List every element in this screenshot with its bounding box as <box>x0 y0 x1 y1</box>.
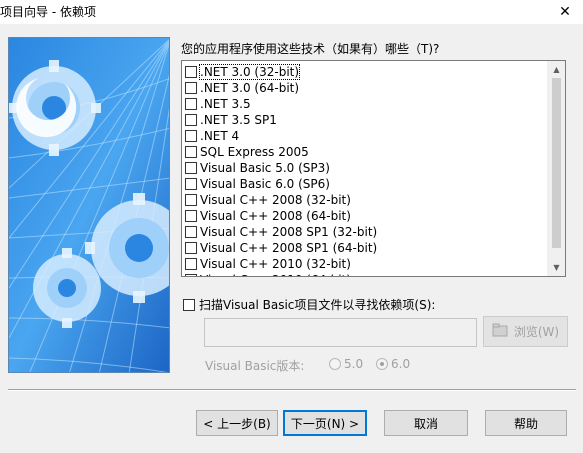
dependency-label: .NET 3.5 <box>200 97 251 111</box>
folder-icon <box>492 323 508 340</box>
scan-vb-checkbox[interactable] <box>183 298 195 311</box>
dependency-label: Visual C++ 2010 (64-bit) <box>200 273 351 276</box>
dependency-checkbox[interactable] <box>185 146 197 158</box>
scroll-down-button[interactable]: ▼ <box>548 259 565 276</box>
dependency-checkbox[interactable] <box>185 210 197 222</box>
dependency-label: Visual C++ 2008 SP1 (32-bit) <box>200 225 378 239</box>
dependency-item[interactable]: SQL Express 2005 <box>182 144 549 160</box>
dependency-checkbox[interactable] <box>185 162 197 174</box>
vb-project-path-input[interactable] <box>204 318 477 347</box>
dependency-item[interactable]: .NET 3.0 (64-bit) <box>182 80 549 96</box>
vb-version-5-option[interactable]: 5.0 <box>329 357 363 371</box>
close-icon: ✕ <box>559 4 571 20</box>
browse-label: 浏览(W) <box>513 325 560 339</box>
dependency-checkbox[interactable] <box>185 130 197 142</box>
dependency-label: .NET 4 <box>200 129 240 143</box>
dependencies-list[interactable]: .NET 3.0 (32-bit) .NET 3.0 (64-bit) .NET 3… <box>181 60 566 277</box>
dependencies-question: 您的应用程序使用这些技术（如果有）哪些（T)? <box>181 42 440 56</box>
dependency-item[interactable]: Visual C++ 2010 (64-bit) <box>182 272 549 276</box>
dependency-item[interactable]: Visual Basic 6.0 (SP6) <box>182 176 549 192</box>
chevron-up-icon: ▲ <box>553 65 560 74</box>
vb-version-6-radio[interactable] <box>376 358 388 370</box>
vb-version-6-option[interactable]: 6.0 <box>376 357 410 371</box>
dependency-checkbox[interactable] <box>185 178 197 190</box>
dependency-checkbox[interactable] <box>185 274 197 276</box>
chevron-down-icon: ▼ <box>553 263 560 272</box>
window-title: 项目向导 - 依赖项 <box>0 5 96 19</box>
back-button[interactable]: < 上一步(B) <box>196 410 278 436</box>
dependency-item[interactable]: .NET 3.5 SP1 <box>182 112 549 128</box>
dependency-label: .NET 3.5 SP1 <box>200 113 277 127</box>
cancel-button[interactable]: 取消 <box>384 410 468 436</box>
wizard-banner-image <box>8 37 170 373</box>
dependency-checkbox[interactable] <box>185 194 197 206</box>
dependency-checkbox[interactable] <box>185 242 197 254</box>
vb-version-5-label: 5.0 <box>344 357 364 371</box>
dependency-label: Visual C++ 2008 (64-bit) <box>200 209 351 223</box>
close-button[interactable]: ✕ <box>547 0 583 24</box>
dependency-item[interactable]: .NET 3.0 (32-bit) <box>182 64 549 80</box>
scan-vb-label: 扫描Visual Basic项目文件以寻找依赖项(S): <box>199 298 436 312</box>
title-bar: 项目向导 - 依赖项 ✕ <box>0 0 583 24</box>
dependency-checkbox[interactable] <box>185 114 197 126</box>
dependency-item[interactable]: .NET 3.5 <box>182 96 549 112</box>
dependency-label: Visual Basic 5.0 (SP3) <box>200 161 330 175</box>
dependency-item[interactable]: .NET 4 <box>182 128 549 144</box>
dependency-checkbox[interactable] <box>185 98 197 110</box>
dependency-item[interactable]: Visual Basic 5.0 (SP3) <box>182 160 549 176</box>
dependency-label: Visual C++ 2008 SP1 (64-bit) <box>200 241 378 255</box>
vb-version-5-radio[interactable] <box>329 358 341 370</box>
dependency-item[interactable]: Visual C++ 2010 (32-bit) <box>182 256 549 272</box>
dependency-label: .NET 3.0 (64-bit) <box>200 81 300 95</box>
dependency-label: Visual Basic 6.0 (SP6) <box>200 177 330 191</box>
dependency-item[interactable]: Visual C++ 2008 (64-bit) <box>182 208 549 224</box>
next-button[interactable]: 下一页(N) > <box>283 410 367 436</box>
browse-button[interactable]: 浏览(W) <box>483 316 568 347</box>
dependency-item[interactable]: Visual C++ 2008 (32-bit) <box>182 192 549 208</box>
dependency-checkbox[interactable] <box>185 226 197 238</box>
scroll-up-button[interactable]: ▲ <box>548 61 565 78</box>
vb-version-6-label: 6.0 <box>391 357 411 371</box>
dependency-checkbox[interactable] <box>185 66 197 78</box>
vb-version-label: Visual Basic版本: <box>205 359 305 373</box>
dependency-label: .NET 3.0 (32-bit) <box>198 64 301 80</box>
dependency-label: Visual C++ 2010 (32-bit) <box>200 257 351 271</box>
dependency-item[interactable]: Visual C++ 2008 SP1 (32-bit) <box>182 224 549 240</box>
dependency-label: Visual C++ 2008 (32-bit) <box>200 193 351 207</box>
dependency-checkbox[interactable] <box>185 258 197 270</box>
dependency-item[interactable]: Visual C++ 2008 SP1 (64-bit) <box>182 240 549 256</box>
dependency-checkbox[interactable] <box>185 82 197 94</box>
footer-divider <box>8 389 576 391</box>
dependencies-list-items: .NET 3.0 (32-bit) .NET 3.0 (64-bit) .NET 3… <box>182 64 549 276</box>
help-button[interactable]: 帮助 <box>485 410 567 436</box>
dependency-label: SQL Express 2005 <box>200 145 309 159</box>
scroll-thumb[interactable] <box>552 78 561 248</box>
scan-vb-option[interactable]: 扫描Visual Basic项目文件以寻找依赖项(S): <box>183 296 435 313</box>
vertical-scrollbar[interactable]: ▲ ▼ <box>547 61 565 276</box>
